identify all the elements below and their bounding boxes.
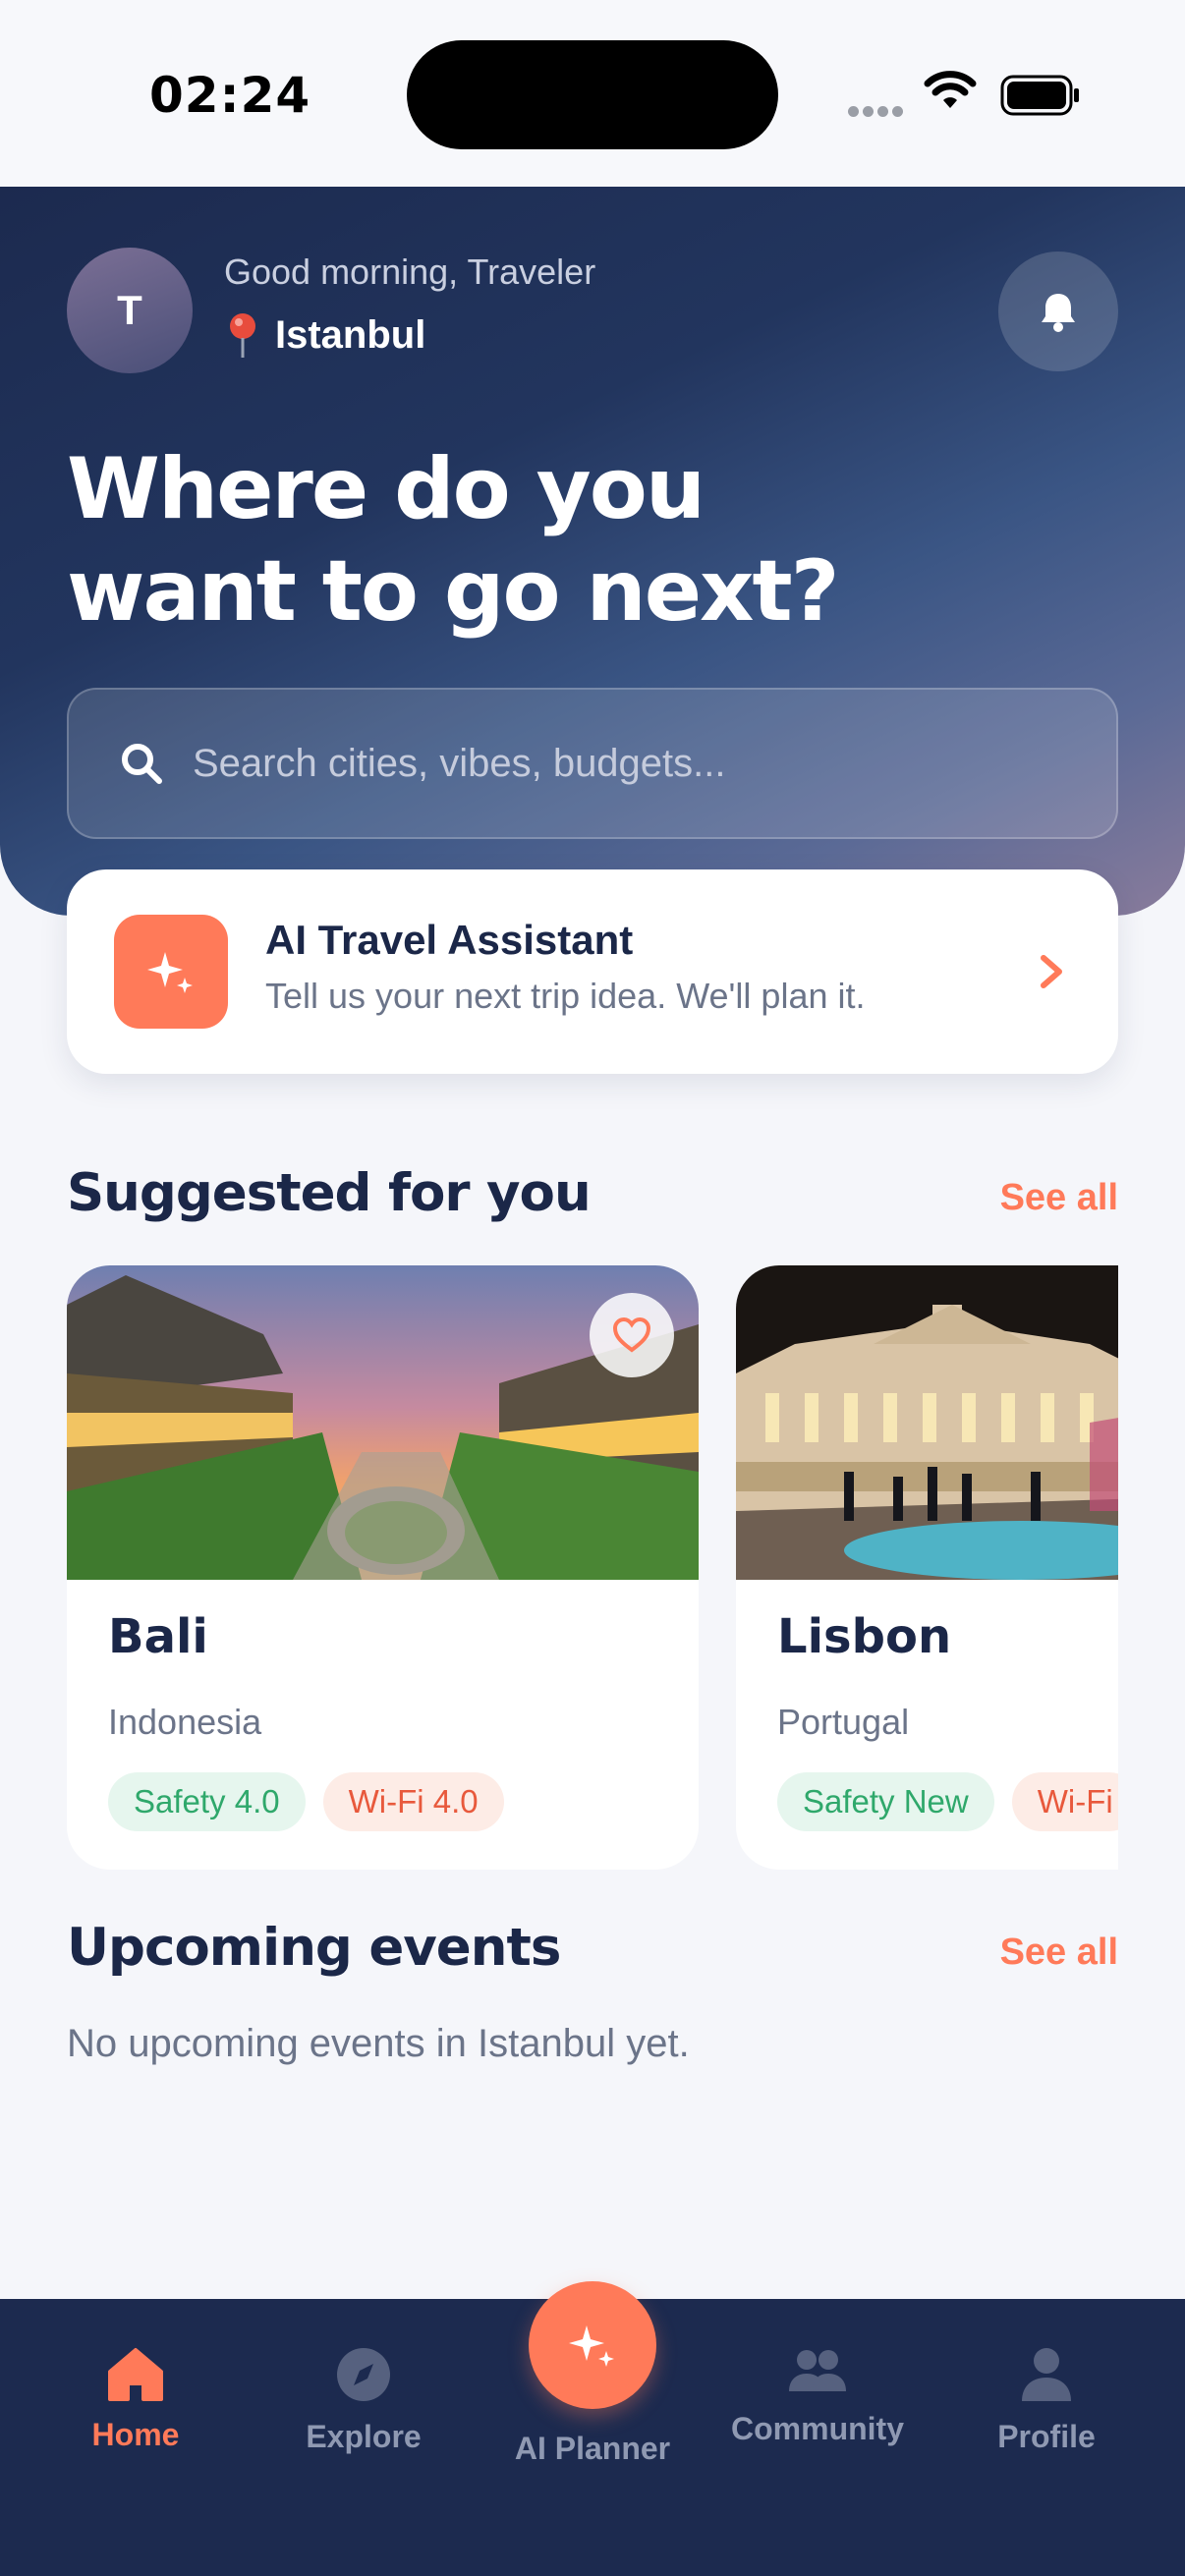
chevron-right-icon <box>1041 955 1062 988</box>
battery-icon <box>1000 75 1079 116</box>
nav-label: Profile <box>997 2419 1096 2454</box>
headline-line-1: Where do you <box>67 440 705 538</box>
status-time: 02:24 <box>149 67 311 124</box>
wifi-chip: Wi-Fi <box>1011 1772 1118 1831</box>
nav-ai-planner-label: AI Planner <box>514 2431 671 2466</box>
safety-chip: Safety New <box>777 1772 994 1831</box>
dynamic-island <box>407 40 778 149</box>
suggested-see-all-link[interactable]: See all <box>1000 1177 1118 1219</box>
safety-chip: Safety 4.0 <box>108 1772 306 1831</box>
destination-card-lisbon[interactable]: Lisbon Portugal Safety New Wi-Fi <box>736 1265 1118 1870</box>
nav-community[interactable]: Community <box>719 2299 916 2515</box>
suggested-title: Suggested for you <box>67 1163 592 1223</box>
destination-photo <box>736 1265 1118 1580</box>
nav-home[interactable]: Home <box>37 2299 234 2515</box>
sparkle-icon <box>147 952 193 993</box>
greeting-text: Good morning, Traveler <box>224 252 596 292</box>
headline-line-2: want to go next? <box>67 542 840 641</box>
nav-profile[interactable]: Profile <box>948 2299 1145 2515</box>
favorite-button[interactable] <box>590 1293 674 1377</box>
ai-badge <box>114 915 228 1029</box>
events-see-all-link[interactable]: See all <box>1000 1932 1118 1974</box>
compass-icon <box>337 2348 390 2401</box>
nav-label: Explore <box>306 2419 422 2454</box>
people-icon <box>789 2350 846 2391</box>
wifi-icon <box>924 71 977 108</box>
destination-chips: Safety 4.0 Wi-Fi 4.0 <box>108 1772 504 1831</box>
sparkle-icon <box>569 2325 614 2367</box>
current-location[interactable]: Istanbul <box>228 312 425 358</box>
person-icon <box>1022 2348 1071 2401</box>
destination-country: Indonesia <box>108 1702 262 1742</box>
location-name: Istanbul <box>275 312 426 357</box>
bell-icon <box>1042 294 1075 332</box>
nav-label: Community <box>731 2411 904 2446</box>
heart-icon <box>612 1316 651 1353</box>
hero-header: T Good morning, Traveler Istanbul Where … <box>0 187 1185 916</box>
destination-name: Bali <box>108 1609 208 1664</box>
destination-country: Portugal <box>777 1702 910 1742</box>
search-icon <box>122 744 162 784</box>
events-title: Upcoming events <box>67 1918 561 1978</box>
page-title: Where do you want to go next? <box>67 438 951 643</box>
ai-assistant-card[interactable]: AI Travel Assistant Tell us your next tr… <box>67 869 1118 1074</box>
notifications-button[interactable] <box>998 252 1118 371</box>
app-screen: 02:24 T Good morning, Traveler Istanbul <box>0 0 1185 2576</box>
home-icon <box>108 2348 163 2401</box>
avatar[interactable]: T <box>67 248 193 373</box>
wifi-chip: Wi-Fi 4.0 <box>322 1772 504 1831</box>
location-pin-icon <box>230 313 255 358</box>
status-bar: 02:24 <box>0 0 1185 187</box>
ai-assistant-subtitle: Tell us your next trip idea. We'll plan … <box>265 976 866 1016</box>
ai-assistant-title: AI Travel Assistant <box>265 917 634 963</box>
nav-explore[interactable]: Explore <box>265 2299 462 2515</box>
destination-card-bali[interactable]: Bali Indonesia Safety 4.0 Wi-Fi 4.0 <box>67 1265 699 1870</box>
ai-planner-button[interactable] <box>529 2281 656 2409</box>
nav-label: Home <box>91 2417 180 2452</box>
destination-name: Lisbon <box>777 1609 952 1664</box>
search-bar[interactable] <box>67 688 1118 839</box>
suggested-carousel[interactable]: Bali Indonesia Safety 4.0 Wi-Fi 4.0 Lisb… <box>67 1265 1118 1870</box>
destination-chips: Safety New Wi-Fi <box>777 1772 1118 1831</box>
events-empty-message: No upcoming events in Istanbul yet. <box>67 2022 690 2065</box>
signal-icon <box>848 102 907 121</box>
search-input[interactable] <box>193 741 1057 786</box>
